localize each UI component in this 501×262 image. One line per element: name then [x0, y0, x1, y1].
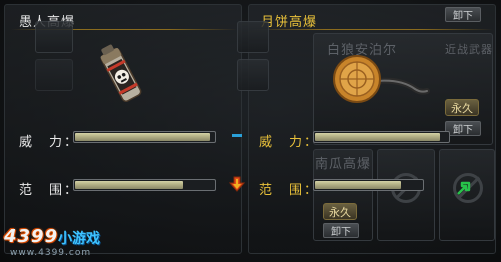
- mooncake-grenade-icon: [331, 49, 431, 109]
- bg-slot-4: [237, 59, 269, 91]
- left-range-fill: [75, 181, 184, 189]
- right-range-label: 范 围：: [259, 183, 320, 198]
- site-logo: 4399 小游戏 www.4399.com: [0, 226, 120, 262]
- permanent-badge-1: 永久: [445, 99, 479, 116]
- left-weapon-panel: 愚人高爆 威 力：: [4, 4, 242, 254]
- permanent-badge-2: 永久: [323, 203, 357, 220]
- left-power-fill: [75, 133, 210, 141]
- upgrade-arrow-icon: [455, 181, 471, 197]
- range-compare-down-arrow-icon: [228, 176, 246, 192]
- left-range-label: 范 围：: [19, 183, 80, 198]
- left-power-label: 威 力：: [19, 135, 80, 150]
- grenade-icon: [91, 43, 151, 107]
- power-compare-minus-icon: [232, 134, 242, 137]
- logo-number: 4399: [4, 226, 59, 247]
- right-weapon-panel: 月饼高爆 卸下 白狼安泊尔 近战武器 永久 卸下 南瓜高爆 永久 卸下 威 力：…: [237, 4, 496, 254]
- right-power-fill: [315, 133, 441, 141]
- bg-slot-1: [35, 21, 73, 53]
- logo-cn-text: 小游戏: [58, 231, 100, 247]
- unload-button-top[interactable]: 卸下: [445, 7, 481, 22]
- unload-button-bottom[interactable]: 卸下: [323, 223, 359, 238]
- left-power-bar: [73, 131, 216, 143]
- bg-slot-2: [35, 59, 73, 91]
- right-weapon-name: 月饼高爆: [261, 14, 318, 30]
- right-power-label: 威 力：: [259, 135, 320, 150]
- logo-url: www.4399.com: [10, 248, 92, 258]
- left-range-bar: [73, 179, 216, 191]
- right-weapon-header: 月饼高爆: [261, 11, 318, 30]
- right-range-fill: [315, 181, 401, 189]
- bg-item-category: 近战武器: [445, 43, 493, 56]
- bg-slot-3: [237, 21, 269, 53]
- right-header-rule: [253, 29, 493, 30]
- weapon-compare-scene: 愚人高爆 威 力：: [0, 0, 501, 262]
- unload-button-mid[interactable]: 卸下: [445, 121, 481, 136]
- bg-item-name-2: 南瓜高爆: [315, 157, 372, 172]
- right-power-bar: [313, 131, 450, 143]
- right-range-bar: [313, 179, 424, 191]
